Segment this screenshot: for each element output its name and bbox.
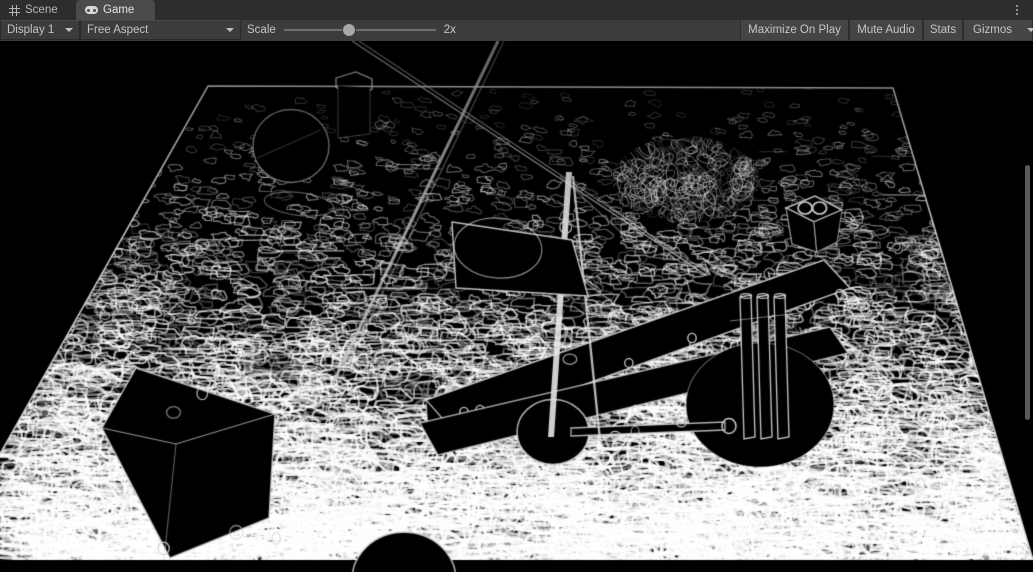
mute-audio-label: Mute Audio — [857, 24, 915, 36]
unity-game-view: Scene Game Display 1 Free Aspect Scale 2… — [0, 0, 1033, 572]
scale-value: 2x — [443, 24, 456, 36]
vertical-scrollbar[interactable] — [1025, 165, 1030, 420]
chevron-down-icon[interactable] — [1026, 28, 1033, 32]
chevron-down-icon — [65, 28, 73, 32]
tab-scene[interactable]: Scene — [0, 0, 76, 20]
scale-slider-handle[interactable] — [343, 24, 356, 36]
tab-game[interactable]: Game — [76, 0, 155, 20]
scale-slider-track — [283, 29, 436, 31]
game-viewport[interactable] — [0, 41, 1033, 572]
game-render-surface[interactable] — [0, 41, 1033, 572]
scale-slider[interactable] — [283, 23, 436, 37]
scale-label: Scale — [247, 24, 276, 36]
chevron-down-icon — [226, 28, 234, 32]
aspect-dropdown[interactable]: Free Aspect — [80, 20, 241, 40]
tab-strip: Scene Game — [0, 0, 1033, 20]
gizmos-label: Gizmos — [973, 24, 1012, 36]
maximize-on-play-label: Maximize On Play — [748, 24, 841, 36]
stats-label: Stats — [929, 24, 957, 36]
mute-audio-button[interactable]: Mute Audio — [849, 20, 923, 40]
display-dropdown[interactable]: Display 1 — [0, 20, 80, 40]
tab-scene-label: Scene — [25, 4, 58, 16]
gamepad-icon — [85, 6, 98, 14]
kebab-menu-icon[interactable] — [1010, 3, 1024, 17]
scale-control: Scale 2x — [247, 20, 456, 40]
game-view-toolbar: Display 1 Free Aspect Scale 2x Maximize … — [0, 20, 1033, 42]
maximize-on-play-button[interactable]: Maximize On Play — [740, 20, 849, 40]
gizmos-button[interactable]: Gizmos — [963, 20, 1033, 40]
grid-icon — [9, 4, 20, 16]
tab-game-label: Game — [103, 4, 135, 16]
stats-button[interactable]: Stats — [923, 20, 963, 40]
aspect-dropdown-value: Free Aspect — [87, 24, 149, 36]
display-dropdown-value: Display 1 — [7, 24, 55, 36]
